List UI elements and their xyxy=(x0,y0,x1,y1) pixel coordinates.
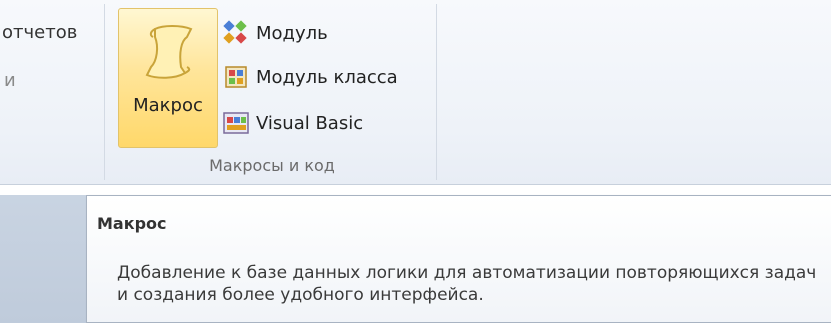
module-button-label: Модуль xyxy=(256,22,328,44)
macros-and-code-group: Макрос Модуль Модуль класса Visual Basic… xyxy=(108,0,436,184)
class-module-icon xyxy=(225,66,247,88)
ribbon: отчетов и Макрос Модуль Модуль класса Vi… xyxy=(0,0,831,185)
previous-group-item-label[interactable]: и xyxy=(4,70,16,91)
previous-group-button-label[interactable]: отчетов xyxy=(2,22,77,43)
navigation-pane-edge xyxy=(0,195,87,323)
class-module-button-label: Модуль класса xyxy=(256,66,398,88)
macro-button-label: Макрос xyxy=(133,95,203,116)
group-separator xyxy=(104,4,105,180)
group-separator xyxy=(436,4,437,180)
previous-ribbon-group: отчетов и xyxy=(0,0,106,184)
class-module-button[interactable]: Модуль класса xyxy=(222,60,398,94)
module-icon xyxy=(223,20,247,44)
group-caption: Макросы и код xyxy=(209,156,335,175)
tooltip: Макрос Добавление к базе данных логики д… xyxy=(86,195,831,323)
visual-basic-button-label: Visual Basic xyxy=(256,112,364,134)
tooltip-description: Добавление к базе данных логики для авто… xyxy=(117,263,817,305)
visual-basic-button[interactable]: Visual Basic xyxy=(222,106,363,140)
macro-button[interactable]: Макрос xyxy=(118,8,218,148)
tooltip-title: Макрос xyxy=(97,214,167,233)
macro-scroll-icon xyxy=(145,25,193,79)
module-button[interactable]: Модуль xyxy=(222,16,328,50)
visual-basic-icon xyxy=(223,112,249,134)
